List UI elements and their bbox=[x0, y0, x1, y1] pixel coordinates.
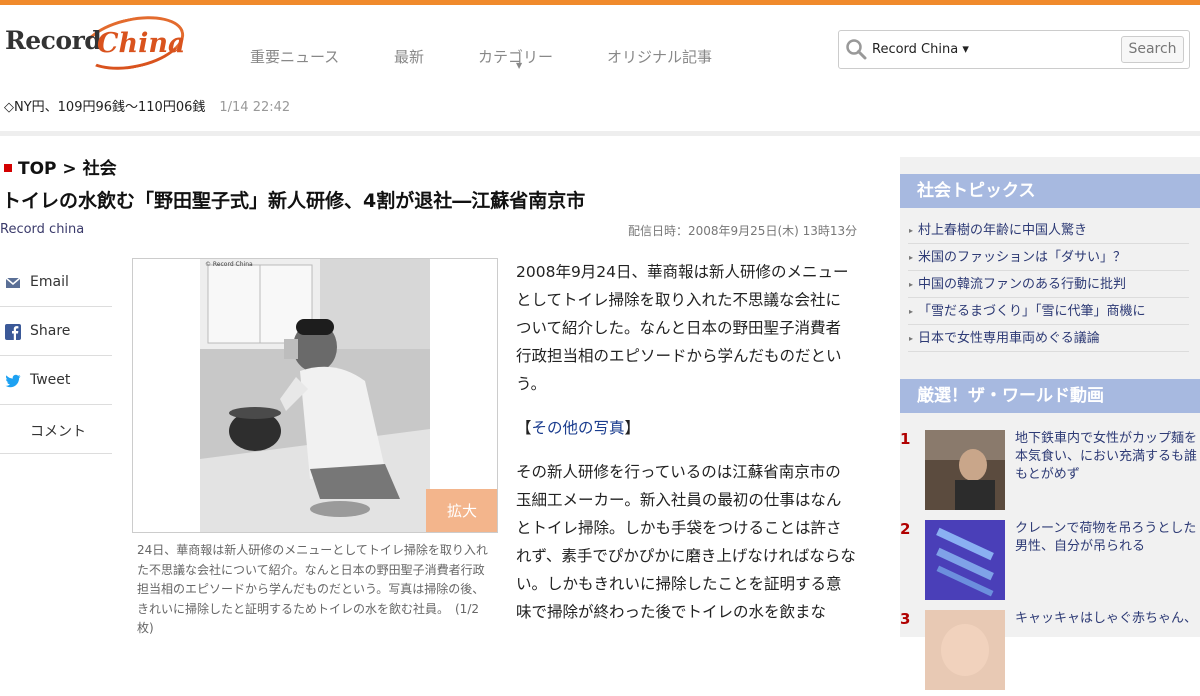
more-photos-link[interactable]: その他の写真 bbox=[532, 419, 625, 437]
breadcrumb-separator: > bbox=[56, 159, 83, 179]
topic-text-2: 米国のファッションは「ダサい」？ bbox=[918, 250, 1127, 265]
video-item-3[interactable]: 3 キャッキャはしゃぐ赤ちゃん、 bbox=[900, 610, 1200, 696]
sidebar: 社会トピックス ▸ 村上春樹の年齢に中国人驚き ▸ 米国のファッションは「ダサい」？… bbox=[900, 157, 1200, 690]
topic-link-1[interactable]: ▸ 村上春樹の年齢に中国人驚き bbox=[908, 217, 1189, 244]
article-title: トイレの水飲む「野田聖子式」新人研修、4割が退社―江蘇省南京市 bbox=[2, 190, 586, 212]
share-twitter-button[interactable]: Tweet bbox=[0, 356, 112, 405]
nav-category[interactable]: カテゴリー ▼ bbox=[478, 46, 553, 70]
search-scope-select[interactable]: Record China ▾ bbox=[872, 42, 969, 57]
photo-caption: 24日、華商報は新人研修のメニューとしてトイレ掃除を取り入れた不思議な会社につい… bbox=[137, 543, 488, 635]
arrow-right-icon: ▸ bbox=[909, 334, 914, 343]
video-rank-1: 1 bbox=[900, 430, 911, 448]
bracket-close: 】 bbox=[624, 419, 641, 437]
breadcrumb-marker bbox=[4, 164, 12, 172]
video-rank-3: 3 bbox=[900, 610, 911, 628]
video-item-1[interactable]: 1 地下鉄車内で女性がカップ麺を本気食い、におい充満するも誰もとがめず bbox=[900, 430, 1200, 516]
photo-image bbox=[200, 259, 430, 532]
topic-text-5: 日本で女性専用車両めぐる議論 bbox=[918, 331, 1100, 346]
arrow-right-icon: ▸ bbox=[909, 280, 914, 289]
enlarge-button[interactable]: 拡大 bbox=[426, 489, 497, 532]
twitter-icon bbox=[5, 374, 21, 388]
share-email-label: Email bbox=[30, 274, 69, 290]
facebook-icon bbox=[5, 324, 21, 340]
record-china-logo[interactable]: Record China bbox=[5, 7, 190, 79]
photo-illustration bbox=[200, 259, 430, 532]
ticker-text: ◇NY円、109円96銭～110円06銭 bbox=[4, 100, 206, 115]
breadcrumb-section-link[interactable]: 社会 bbox=[83, 159, 117, 179]
ticker-time: 1/14 22:42 bbox=[219, 100, 291, 115]
breadcrumb-top-link[interactable]: TOP bbox=[18, 159, 57, 179]
article-body: 2008年9月24日、華商報は新人研修のメニューとしてトイレ掃除を取り入れた不思… bbox=[516, 258, 856, 642]
comment-button[interactable]: コメント bbox=[0, 405, 112, 454]
article-paragraph-1: 2008年9月24日、華商報は新人研修のメニューとしてトイレ掃除を取り入れた不思… bbox=[516, 263, 849, 393]
share-email-button[interactable]: Email bbox=[0, 258, 112, 307]
video-title-3: キャッキャはしゃぐ赤ちゃん、 bbox=[1015, 611, 1198, 626]
top-accent-bar bbox=[0, 0, 1200, 5]
video-thumbnail-1[interactable] bbox=[925, 430, 1005, 510]
topic-link-2[interactable]: ▸ 米国のファッションは「ダサい」？ bbox=[908, 244, 1189, 271]
topic-text-3: 中国の韓流ファンのある行動に批判 bbox=[918, 277, 1127, 292]
more-photos-line: 【その他の写真】 bbox=[516, 414, 856, 442]
arrow-right-icon: ▸ bbox=[909, 307, 914, 316]
topic-text-1: 村上春樹の年齢に中国人驚き bbox=[918, 223, 1088, 238]
header-divider bbox=[0, 131, 1200, 136]
email-icon bbox=[5, 277, 21, 288]
share-facebook-button[interactable]: Share bbox=[0, 307, 112, 356]
market-ticker[interactable]: ◇NY円、109円96銭～110円06銭 1/14 22:42 bbox=[4, 96, 290, 115]
nav-latest[interactable]: 最新 bbox=[394, 46, 424, 67]
comment-label: コメント bbox=[30, 424, 86, 440]
video-title-2: クレーンで荷物を吊ろうとした男性、自分が吊られる bbox=[1015, 521, 1197, 554]
search-button[interactable]: Search bbox=[1121, 36, 1184, 63]
breadcrumb: TOP > 社会 bbox=[4, 154, 117, 179]
logo-china-text: China bbox=[97, 28, 186, 59]
chevron-down-icon: ▼ bbox=[516, 61, 523, 70]
arrow-right-icon: ▸ bbox=[909, 253, 914, 262]
article-date: 配信日時：2008年9月25日(木) 13時13分 bbox=[628, 224, 858, 238]
topics-header: 社会トピックス bbox=[900, 174, 1200, 208]
search-box[interactable]: Record China ▾ Search bbox=[838, 30, 1190, 69]
video-thumbnail-2[interactable] bbox=[925, 520, 1005, 600]
share-twitter-label: Tweet bbox=[30, 372, 71, 388]
article-source[interactable]: Record china bbox=[0, 222, 84, 237]
search-icon bbox=[846, 39, 867, 60]
article-paragraph-2: その新人研修を行っているのは江蘇省南京市の玉細工メーカー。新入社員の最初の仕事は… bbox=[516, 463, 856, 621]
video-rank-2: 2 bbox=[900, 520, 911, 538]
logo-record-text: Record bbox=[5, 26, 102, 55]
share-facebook-label: Share bbox=[30, 323, 71, 339]
topic-link-5[interactable]: ▸ 日本で女性専用車両めぐる議論 bbox=[908, 325, 1189, 352]
nav-original-articles[interactable]: オリジナル記事 bbox=[607, 46, 712, 67]
video-header: 厳選！ザ・ワールド動画 bbox=[900, 379, 1200, 413]
arrow-right-icon: ▸ bbox=[909, 226, 914, 235]
bracket-open: 【 bbox=[516, 419, 532, 437]
video-item-2[interactable]: 2 クレーンで荷物を吊ろうとした男性、自分が吊られる bbox=[900, 520, 1200, 606]
nav-important-news[interactable]: 重要ニュース bbox=[250, 46, 339, 67]
photo-credit: © Record China bbox=[205, 261, 253, 268]
topic-link-4[interactable]: ▸ 「雪だるまづくり」「雪に代筆」商機に bbox=[908, 298, 1189, 325]
topic-link-3[interactable]: ▸ 中国の韓流ファンのある行動に批判 bbox=[908, 271, 1189, 298]
topic-text-4: 「雪だるまづくり」「雪に代筆」商機に bbox=[918, 304, 1146, 319]
video-thumbnail-3[interactable] bbox=[925, 610, 1005, 690]
article-photo[interactable]: © Record China 拡大 bbox=[132, 258, 498, 533]
video-title-1: 地下鉄車内で女性がカップ麺を本気食い、におい充満するも誰もとがめず bbox=[1015, 431, 1198, 482]
